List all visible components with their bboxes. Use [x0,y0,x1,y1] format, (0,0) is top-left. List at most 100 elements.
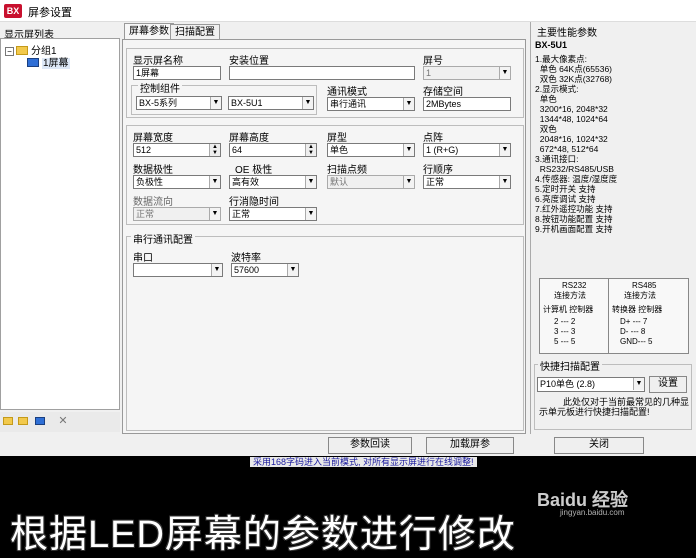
install-location-label: 安装位置 [229,56,269,67]
wiring-box: RS232 连接方法 计算机 控制器 2 --- 2 3 --- 3 5 ---… [539,278,689,354]
add-screen-icon[interactable] [2,415,16,428]
data-polarity-select[interactable]: 负极性 ▼ [133,175,221,189]
close-button[interactable]: 关闭 [554,437,644,454]
spin-icon[interactable]: ▲ ▼ [209,144,220,156]
app-icon: BX [4,4,22,18]
controller-series-value: BX-5系列 [139,98,178,108]
row-order-select[interactable]: 正常 ▼ [423,175,511,189]
screen-icon[interactable] [34,415,48,428]
scan-freq-value: 默认 [330,177,349,187]
spin-icon[interactable]: ▲ ▼ [305,144,316,156]
tree-screen-label: 1屏幕 [42,58,70,69]
performance-line: 双色 [535,124,557,134]
oe-polarity-value: 高有效 [232,177,260,187]
read-params-button[interactable]: 参数回读 [328,437,412,454]
tree-toolbar: ✕ [0,412,120,432]
performance-panel: 主要性能参数 BX-5U1 1.最大像素点: 单色 64K点(65536) 双色… [530,22,696,434]
chevron-down-icon: ▼ [403,98,414,110]
performance-line: 3.通讯接口: [535,154,579,164]
performance-line: 7.红外遥控功能 支持 [535,204,613,214]
data-flow-select[interactable]: 正常 ▼ [133,207,221,221]
load-params-button[interactable]: 加载屏参 [426,437,514,454]
model-name: BX-5U1 [535,40,568,50]
storage-value: 2MBytes [423,97,511,111]
performance-title: 主要性能参数 [537,28,597,39]
app-window: BX 屏参设置 显示屏列表 − 分组1 1屏幕 ✕ 屏幕参数 扫描配置 显示屏名称… [0,0,696,468]
performance-line: RS232/RS485/USB [535,164,614,174]
width-label: 屏幕宽度 [133,133,173,144]
rs232-row: 2 --- 2 [554,317,576,326]
performance-line: 3200*16, 2048*32 [535,104,608,114]
controller-model-select[interactable]: BX-5U1 ▼ [228,96,314,110]
rs232-header: 计算机 控制器 [543,305,594,314]
controller-series-select[interactable]: BX-5系列 ▼ [136,96,222,110]
quick-scan-note: 此处仅对于当前最常见的几种显示单元板进行快捷扫描配置! [539,397,690,417]
data-flow-label: 数据流向 [133,197,173,208]
delete-icon[interactable]: ✕ [56,415,70,428]
baud-rate-value: 57600 [234,265,260,275]
performance-line: 9.开机画面配置 支持 [535,224,613,234]
performance-line: 5.定时开关 支持 [535,184,596,194]
collapse-icon[interactable]: − [5,47,14,56]
comm-mode-select[interactable]: 串行通讯 ▼ [327,97,415,111]
chevron-down-icon: ▼ [403,144,414,156]
performance-line: 8.按钮功能配置 支持 [535,214,613,224]
tab-scan-config[interactable]: 扫描配置 [170,24,220,40]
tab-screen-params[interactable]: 屏幕参数 [124,23,174,40]
install-location-input[interactable] [229,66,415,80]
oe-polarity-select[interactable]: 高有效 ▼ [229,175,317,189]
baud-rate-select[interactable]: 57600 ▼ [231,263,299,277]
performance-line: 2048*16, 1024*32 [535,134,608,144]
monitor-icon [27,58,39,67]
chevron-down-icon: ▼ [211,264,222,276]
screen-name-input[interactable]: 1屏幕 [133,66,221,80]
chevron-down-icon: ▼ [210,97,221,109]
rs232-title: RS232 [562,281,587,290]
tree-item-screen[interactable]: 1屏幕 [27,54,70,69]
chevron-down-icon: ▼ [209,176,220,188]
quick-scan-value: P10单色 (2.8) [540,379,596,389]
performance-line: 6.亮度调试 支持 [535,194,596,204]
width-stepper[interactable]: 512 ▲ ▼ [133,143,221,157]
add-group-icon[interactable] [17,415,31,428]
rs485-header: 转换器 控制器 [612,305,663,314]
rs485-row: GND--- 5 [620,337,653,346]
controller-group-box: 控制组件 BX-5系列 ▼ BX-5U1 ▼ [131,80,317,115]
performance-line: 单色 64K点(65536) [535,64,613,74]
performance-line: 4.传感器: 温度/湿度度 [535,174,618,184]
serial-config-group: 串行通讯配置 串口 ▼ 波特率 57600 ▼ [126,231,524,431]
performance-list: 1.最大像素点: 单色 64K点(65536) 双色 32K点(32768) 2.… [535,54,693,234]
scan-freq-select[interactable]: 默认 ▼ [327,175,415,189]
data-polarity-value: 负极性 [136,177,164,187]
rs485-row: D- --- 8 [620,327,646,336]
chevron-down-icon: ▼ [633,378,644,390]
chevron-down-icon: ▼ [287,264,298,276]
row-blank-select[interactable]: 正常 ▼ [229,207,317,221]
chevron-down-icon: ▼ [403,176,414,188]
row-blank-label: 行消隐时间 [229,197,279,208]
chevron-down-icon: ▼ [305,208,316,220]
data-polarity-label: 数据极性 [133,165,173,176]
performance-line: 双色 32K点(32768) [535,74,613,84]
screen-type-value: 单色 [330,145,349,155]
screen-type-select[interactable]: 单色 ▼ [327,143,415,157]
rs232-row: 3 --- 3 [554,327,576,336]
window-title: 屏参设置 [28,7,72,19]
row-blank-value: 正常 [232,209,251,219]
rs485-title: RS485 [632,281,657,290]
comm-mode-value: 串行通讯 [330,99,367,109]
serial-port-select[interactable]: ▼ [133,263,223,277]
screen-no-select[interactable]: 1 ▼ [423,66,511,80]
title-bar: BX 屏参设置 [0,0,696,22]
performance-line: 2.显示模式: [535,84,579,94]
screen-no-value: 1 [426,68,432,78]
quick-scan-set-button[interactable]: 设置 [649,376,687,393]
chevron-down-icon: ▼ [499,67,510,79]
quick-scan-select[interactable]: P10单色 (2.8) ▼ [537,377,645,392]
status-note: 采用168字码进入当前模式, 对所有显示屏进行在线调整! [250,457,477,467]
rs232-subtitle: 连接方法 [554,291,586,300]
height-stepper[interactable]: 64 ▲ ▼ [229,143,317,157]
pixel-order-label: 点阵 [423,133,443,144]
pixel-order-select[interactable]: 1 (R+G) ▼ [423,143,511,157]
quick-scan-group: 快捷扫描配置 P10单色 (2.8) ▼ 设置 此处仅对于当前最常见的几种显示单元… [534,358,692,430]
